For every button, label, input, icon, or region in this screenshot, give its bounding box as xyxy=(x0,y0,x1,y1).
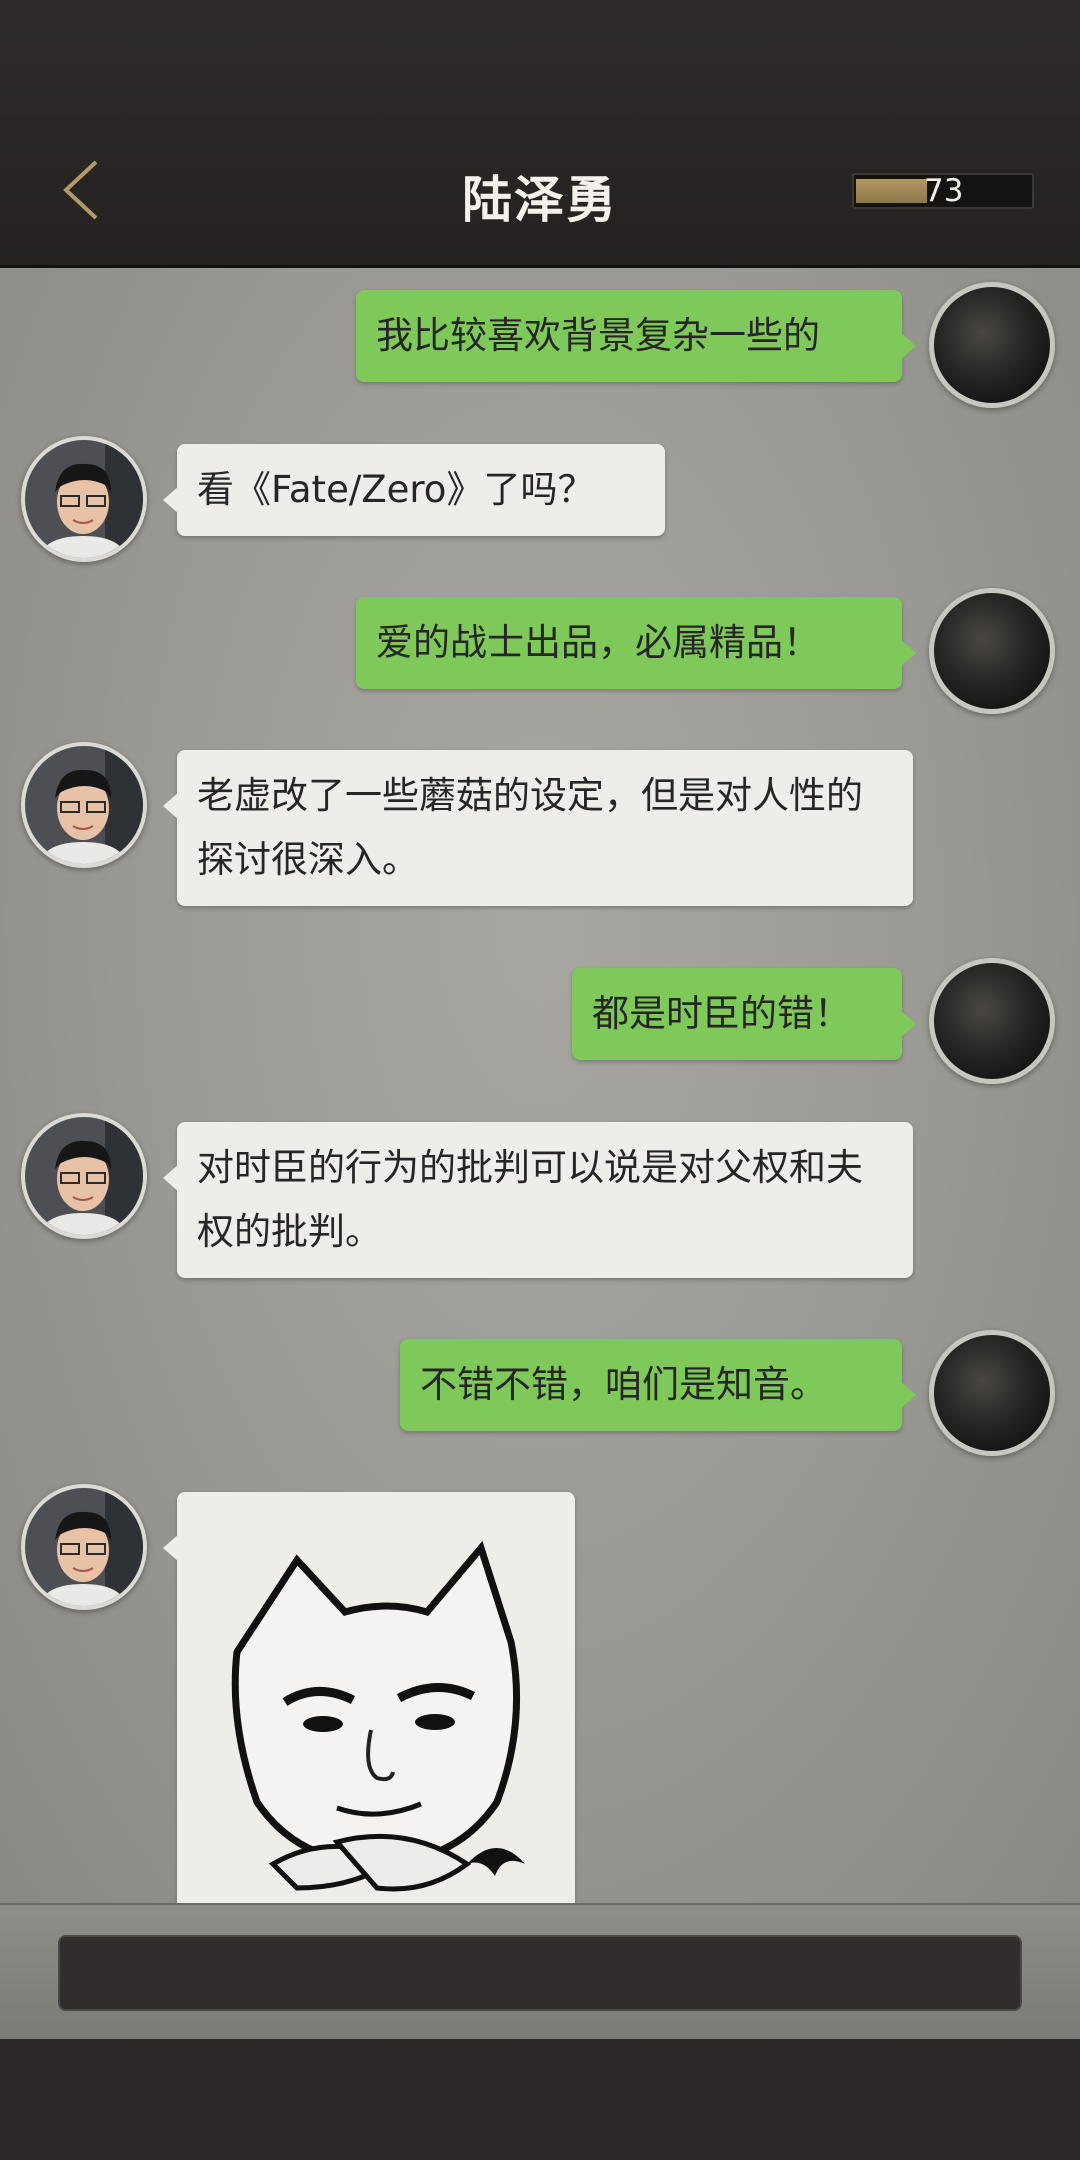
message-text: 老虚改了一些蘑菇的设定，但是对人性的探讨很深入。 xyxy=(197,774,863,881)
person-photo-icon xyxy=(25,440,143,558)
energy-value: 73 xyxy=(924,173,964,209)
my-avatar[interactable] xyxy=(929,1330,1055,1456)
my-avatar[interactable] xyxy=(929,588,1055,714)
message-text: 看《Fate/Zero》了吗？ xyxy=(197,468,595,511)
message-text: 都是时臣的错！ xyxy=(592,992,851,1035)
message-text: 对时臣的行为的批判可以说是对父权和夫权的批判。 xyxy=(197,1146,863,1253)
message-bubble-sent: 都是时臣的错！ xyxy=(572,968,916,1060)
cat-face-sticker-icon xyxy=(231,1540,525,1892)
message-bubble-received: 老虚改了一些蘑菇的设定，但是对人性的探讨很深入。 xyxy=(163,750,913,906)
energy-meter: 73 xyxy=(852,173,1034,209)
top-bar: 陆泽勇 73 xyxy=(0,0,1080,268)
person-photo-icon xyxy=(25,1488,143,1606)
bottom-panel xyxy=(0,2039,1080,2160)
contact-avatar[interactable] xyxy=(21,1484,147,1610)
person-photo-icon xyxy=(25,1117,143,1235)
message-text: 我比较喜欢背景复杂一些的 xyxy=(376,314,820,357)
message-bubble-sent: 我比较喜欢背景复杂一些的 xyxy=(356,290,916,382)
message-bubble-sent: 爱的战士出品，必属精品！ xyxy=(356,597,916,689)
my-avatar[interactable] xyxy=(929,282,1055,408)
chat-area[interactable]: 我比较喜欢背景复杂一些的 看《Fate/Zero》了吗？ 爱的战士出品，必属精品… xyxy=(0,268,1080,1903)
contact-avatar[interactable] xyxy=(21,742,147,868)
contact-avatar[interactable] xyxy=(21,1113,147,1239)
message-bubble-sent: 不错不错，咱们是知音。 xyxy=(400,1339,916,1431)
message-text: 爱的战士出品，必属精品！ xyxy=(376,621,820,664)
message-bubble-received: 对时臣的行为的批判可以说是对父权和夫权的批判。 xyxy=(163,1122,913,1278)
contact-avatar[interactable] xyxy=(21,436,147,562)
person-photo-icon xyxy=(25,746,143,864)
message-bubble-received: 看《Fate/Zero》了吗？ xyxy=(163,444,665,536)
message-input[interactable] xyxy=(58,1935,1022,2011)
sticker-message[interactable] xyxy=(163,1492,575,1903)
my-avatar[interactable] xyxy=(929,958,1055,1084)
message-text: 不错不错，咱们是知音。 xyxy=(420,1363,827,1406)
input-bar xyxy=(0,1903,1080,2041)
energy-bar-fill xyxy=(856,179,928,203)
